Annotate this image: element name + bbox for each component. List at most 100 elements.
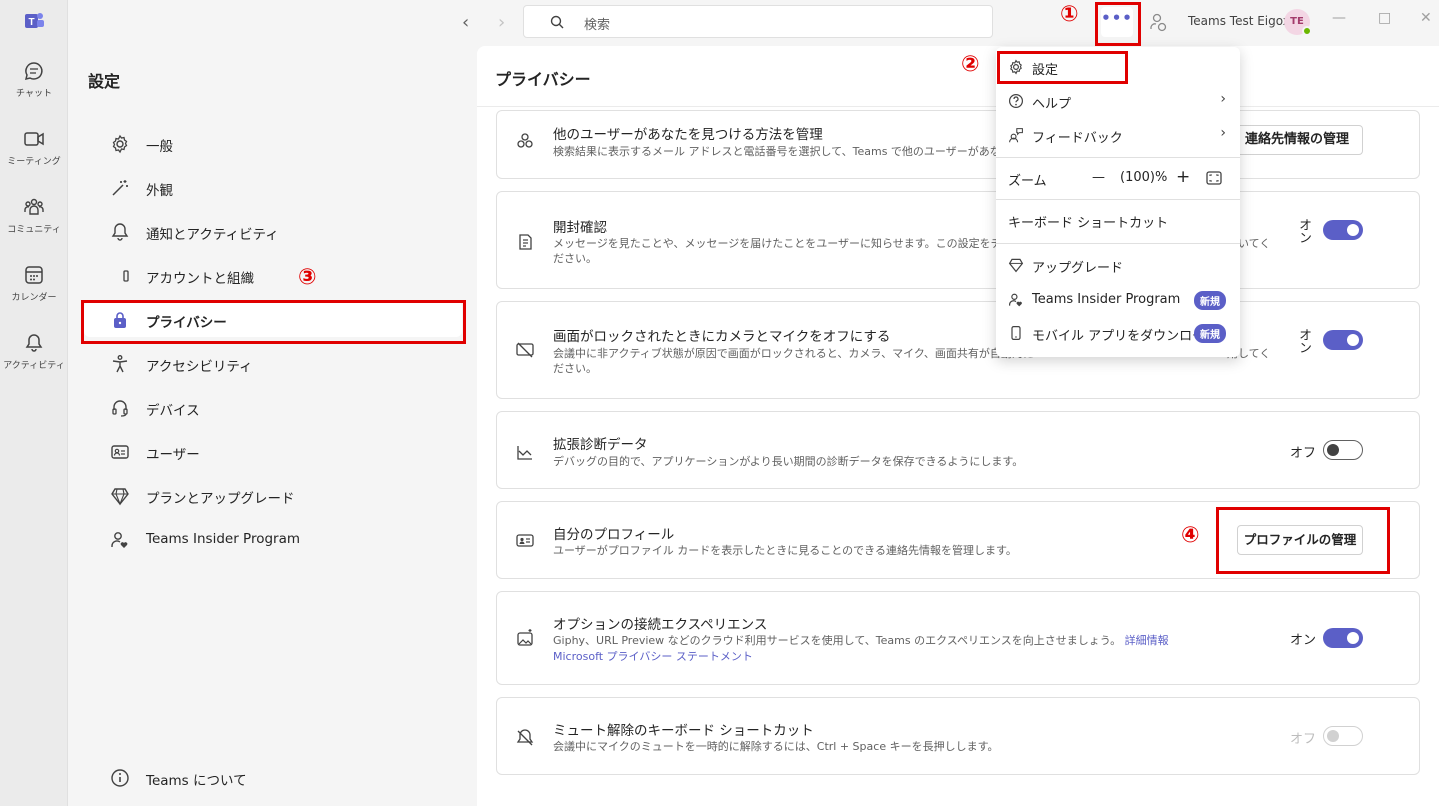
- menu-divider: [996, 157, 1240, 158]
- nav-item-label: 一般: [146, 139, 173, 155]
- zoom-in-button[interactable]: +: [1176, 167, 1190, 187]
- gear-icon: [1010, 59, 1022, 75]
- chevron-right-icon: ›: [1220, 91, 1226, 107]
- nav-item-appearance[interactable]: 外観: [100, 169, 460, 205]
- card-lock-camera-mic: 画面がロックされたときにカメラとマイクをオフにする 会議中に非アクティブ状態が原…: [496, 301, 1420, 399]
- person-heart-icon: [111, 532, 128, 548]
- wand-icon: [112, 180, 128, 196]
- unmute-shortcut-toggle[interactable]: [1323, 726, 1363, 746]
- connected-experiences-toggle[interactable]: [1323, 628, 1363, 648]
- chart-icon: [517, 446, 532, 460]
- new-badge: 新規: [1194, 324, 1226, 343]
- nav-item-label: Teams Insider Program: [146, 531, 301, 547]
- nav-item-label: アカウントと組織: [146, 271, 254, 287]
- zoom-out-button[interactable]: —: [1092, 170, 1105, 185]
- nav-item-users[interactable]: ユーザー: [100, 433, 460, 469]
- card-title: 自分のプロフィール: [553, 527, 675, 543]
- user-name[interactable]: Teams Test Eigox: [1188, 14, 1290, 28]
- rail-activity[interactable]: アクティビティ: [0, 332, 68, 371]
- toggle-state-label: オフ: [1290, 446, 1317, 461]
- close-icon[interactable]: ✕: [1420, 10, 1432, 26]
- card-description: 検索結果に表示するメール アドレスと電話番号を選択して、Teams で他のユーザ…: [553, 145, 1034, 158]
- new-badge: 新規: [1194, 291, 1226, 310]
- nav-item-general[interactable]: 一般: [100, 125, 460, 161]
- screen-off-icon: [516, 342, 534, 358]
- menu-item-label: 設定: [1032, 63, 1059, 78]
- person-sync-icon[interactable]: [1148, 12, 1168, 32]
- menu-divider: [996, 243, 1240, 244]
- gear-icon: [112, 134, 128, 154]
- fit-screen-icon[interactable]: [1206, 171, 1222, 185]
- rail-calendar[interactable]: カレンダー: [0, 264, 68, 303]
- menu-item-label: フィードバック: [1032, 131, 1123, 146]
- presence-status-icon: [1302, 26, 1312, 36]
- chevron-right-icon: ›: [1220, 125, 1226, 141]
- feedback-icon: [1009, 128, 1023, 143]
- nav-item-notifications[interactable]: 通知とアクティビティ: [100, 213, 460, 249]
- nav-item-label: 外観: [146, 183, 173, 199]
- more-options-button[interactable]: •••: [1101, 7, 1133, 37]
- diagnostic-data-toggle[interactable]: [1323, 440, 1363, 460]
- manage-contact-info-button[interactable]: 連絡先情報の管理: [1231, 125, 1363, 155]
- read-receipts-toggle[interactable]: [1323, 220, 1363, 240]
- nav-item-about[interactable]: Teams について: [100, 759, 460, 795]
- menu-item-keyboard-shortcuts[interactable]: キーボード ショートカット: [996, 204, 1240, 236]
- nav-item-insider[interactable]: Teams Insider Program: [100, 521, 460, 557]
- rail-activity-label: アクティビティ: [3, 361, 65, 371]
- calendar-icon: [25, 266, 43, 284]
- bell-icon: [25, 334, 43, 352]
- back-arrow-icon[interactable]: ‹: [462, 12, 469, 33]
- nav-item-plans[interactable]: プランとアップグレード: [100, 477, 460, 513]
- minimize-icon[interactable]: —: [1332, 10, 1346, 26]
- nav-item-privacy[interactable]: プライバシー: [84, 301, 462, 337]
- forward-arrow-icon[interactable]: ›: [498, 12, 505, 33]
- mute-bell-icon: [516, 729, 534, 746]
- card-my-profile: 自分のプロフィール ユーザーがプロファイル カードを表示したときに見ることのでき…: [496, 501, 1420, 579]
- nav-item-label: 通知とアクティビティ: [146, 227, 279, 243]
- menu-item-upgrade[interactable]: アップグレード: [996, 249, 1240, 281]
- bell-icon: [111, 223, 129, 241]
- card-title: 拡張診断データ: [553, 437, 648, 453]
- card-title: 開封確認: [553, 220, 607, 236]
- person-heart-icon: [1009, 293, 1022, 307]
- maximize-icon[interactable]: □: [1378, 10, 1391, 26]
- card-description: ユーザーがプロファイル カードを表示したときに見ることのできる連絡先情報を管理し…: [553, 544, 1017, 557]
- menu-item-settings[interactable]: 設定: [996, 51, 1240, 83]
- nav-item-label: アクセシビリティ: [146, 359, 253, 375]
- manage-profile-button[interactable]: プロファイルの管理: [1237, 525, 1363, 555]
- card-title: 画面がロックされたときにカメラとマイクをオフにする: [553, 329, 891, 345]
- search-input[interactable]: 検索: [523, 5, 993, 38]
- nav-item-label: プライバシー: [146, 315, 227, 331]
- phone-icon: [1011, 326, 1021, 340]
- card-connected-experiences: オプションの接続エクスペリエンス Giphy、URL Preview などのクラ…: [496, 591, 1420, 685]
- nav-item-account[interactable]: アカウントと組織: [100, 257, 460, 293]
- rail-community-label: コミュニティ: [7, 225, 61, 235]
- rail-community[interactable]: コミュニティ: [0, 196, 68, 235]
- privacy-statement-link[interactable]: Microsoft プライバシー ステートメント: [553, 649, 753, 664]
- diamond-icon: [111, 488, 129, 506]
- nav-item-accessibility[interactable]: アクセシビリティ: [100, 345, 460, 381]
- people-search-icon: [517, 133, 533, 148]
- rail-meetings[interactable]: ミーティング: [0, 128, 68, 167]
- menu-item-label: モバイル アプリをダウンロード: [1032, 329, 1219, 344]
- card-description: 会議中にマイクのミュートを一時的に解除するには、Ctrl + Space キーを…: [553, 740, 999, 753]
- nav-item-devices[interactable]: デバイス: [100, 389, 460, 425]
- nav-item-label: デバイス: [146, 403, 200, 419]
- diamond-icon: [1008, 258, 1024, 273]
- menu-item-help[interactable]: ヘルプ ›: [996, 85, 1240, 117]
- search-placeholder: 検索: [584, 18, 611, 33]
- search-icon: [550, 15, 564, 29]
- menu-item-feedback[interactable]: フィードバック ›: [996, 119, 1240, 151]
- headset-icon: [112, 400, 128, 417]
- learn-more-link[interactable]: 詳細情報: [1125, 634, 1169, 647]
- video-icon: [24, 132, 44, 146]
- rail-chat[interactable]: チャット: [0, 60, 68, 99]
- more-icon: •••: [1101, 9, 1133, 27]
- accessibility-icon: [112, 355, 128, 373]
- menu-item-insider[interactable]: Teams Insider Program 新規: [996, 284, 1240, 316]
- menu-item-mobile-app[interactable]: モバイル アプリをダウンロード 新規: [996, 317, 1240, 349]
- read-receipt-icon: [519, 234, 532, 250]
- divider: [477, 106, 1439, 107]
- account-icon: [123, 270, 129, 282]
- lock-camera-mic-toggle[interactable]: [1323, 330, 1363, 350]
